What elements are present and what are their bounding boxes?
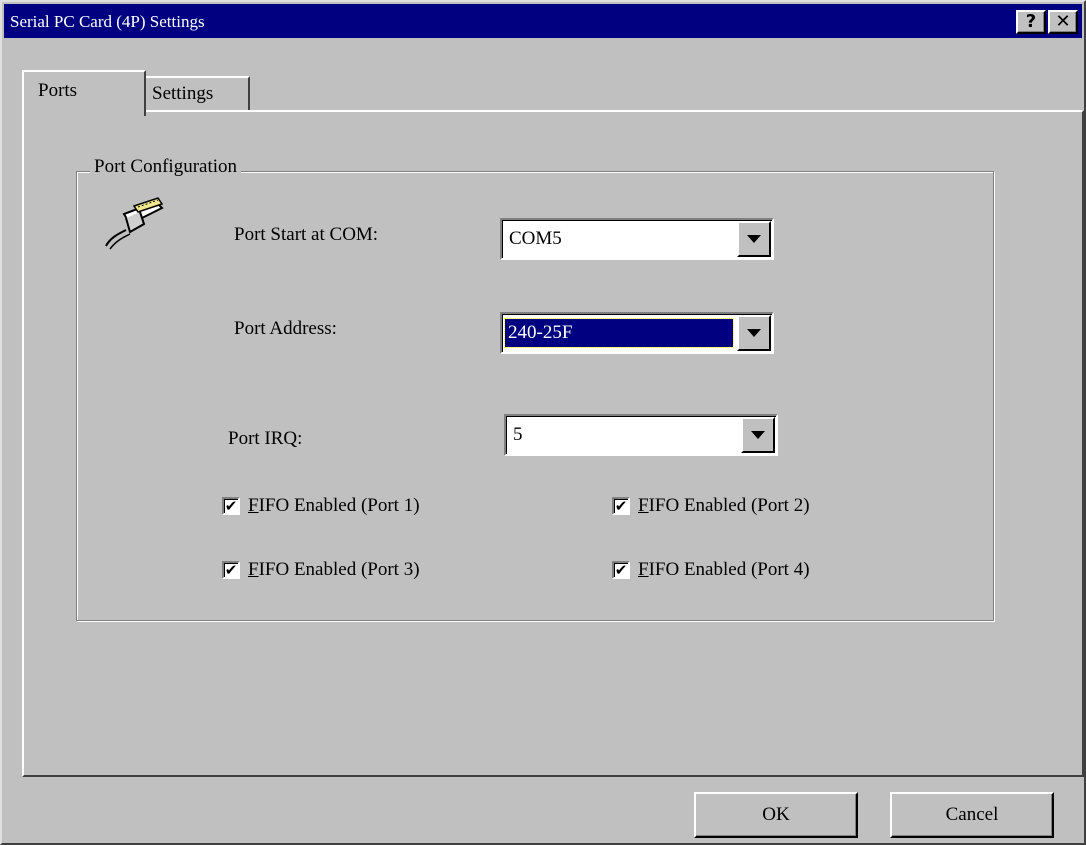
close-icon: ✕ [1055, 11, 1071, 32]
chevron-down-icon[interactable] [737, 221, 771, 257]
chevron-down-icon[interactable] [741, 417, 775, 453]
fifo-port2-label: FIFO Enabled (Port 2) [638, 495, 810, 516]
checkbox-checked-icon[interactable]: ✔ [222, 497, 240, 515]
ok-button[interactable]: OK [694, 792, 858, 838]
port-irq-value: 5 [513, 424, 523, 445]
help-button[interactable]: ? [1016, 10, 1046, 34]
help-icon: ? [1025, 11, 1037, 32]
port-start-value: COM5 [509, 228, 562, 249]
serial-port-icon [105, 197, 164, 250]
cancel-button[interactable]: Cancel [890, 792, 1054, 838]
checkbox-checked-icon[interactable]: ✔ [612, 497, 630, 515]
fifo-port4-label: FIFO Enabled (Port 4) [638, 559, 810, 580]
port-start-combo[interactable]: COM5 [500, 218, 774, 260]
port-address-label: Port Address: [234, 318, 337, 339]
port-irq-label: Port IRQ: [228, 428, 303, 449]
close-button[interactable]: ✕ [1048, 10, 1078, 34]
group-title: Port Configuration [90, 156, 242, 178]
port-address-value: 240-25F [504, 318, 734, 348]
tab-ports[interactable]: Ports [22, 70, 146, 116]
tab-ports-label: Ports [38, 80, 78, 101]
fifo-port1-label: FIFO Enabled (Port 1) [248, 495, 420, 516]
checkbox-checked-icon[interactable]: ✔ [612, 561, 630, 579]
port-address-combo[interactable]: 240-25F [500, 312, 774, 354]
title-bar[interactable]: Serial PC Card (4P) Settings ? ✕ [4, 4, 1082, 38]
window-title: Serial PC Card (4P) Settings [10, 12, 205, 31]
tab-settings[interactable]: Settings [144, 76, 250, 112]
port-start-label: Port Start at COM: [234, 224, 379, 245]
fifo-port3-label: FIFO Enabled (Port 3) [248, 559, 420, 580]
tab-settings-label: Settings [152, 83, 214, 104]
checkbox-checked-icon[interactable]: ✔ [222, 561, 240, 579]
port-irq-combo[interactable]: 5 [504, 414, 778, 456]
chevron-down-icon[interactable] [737, 315, 771, 351]
